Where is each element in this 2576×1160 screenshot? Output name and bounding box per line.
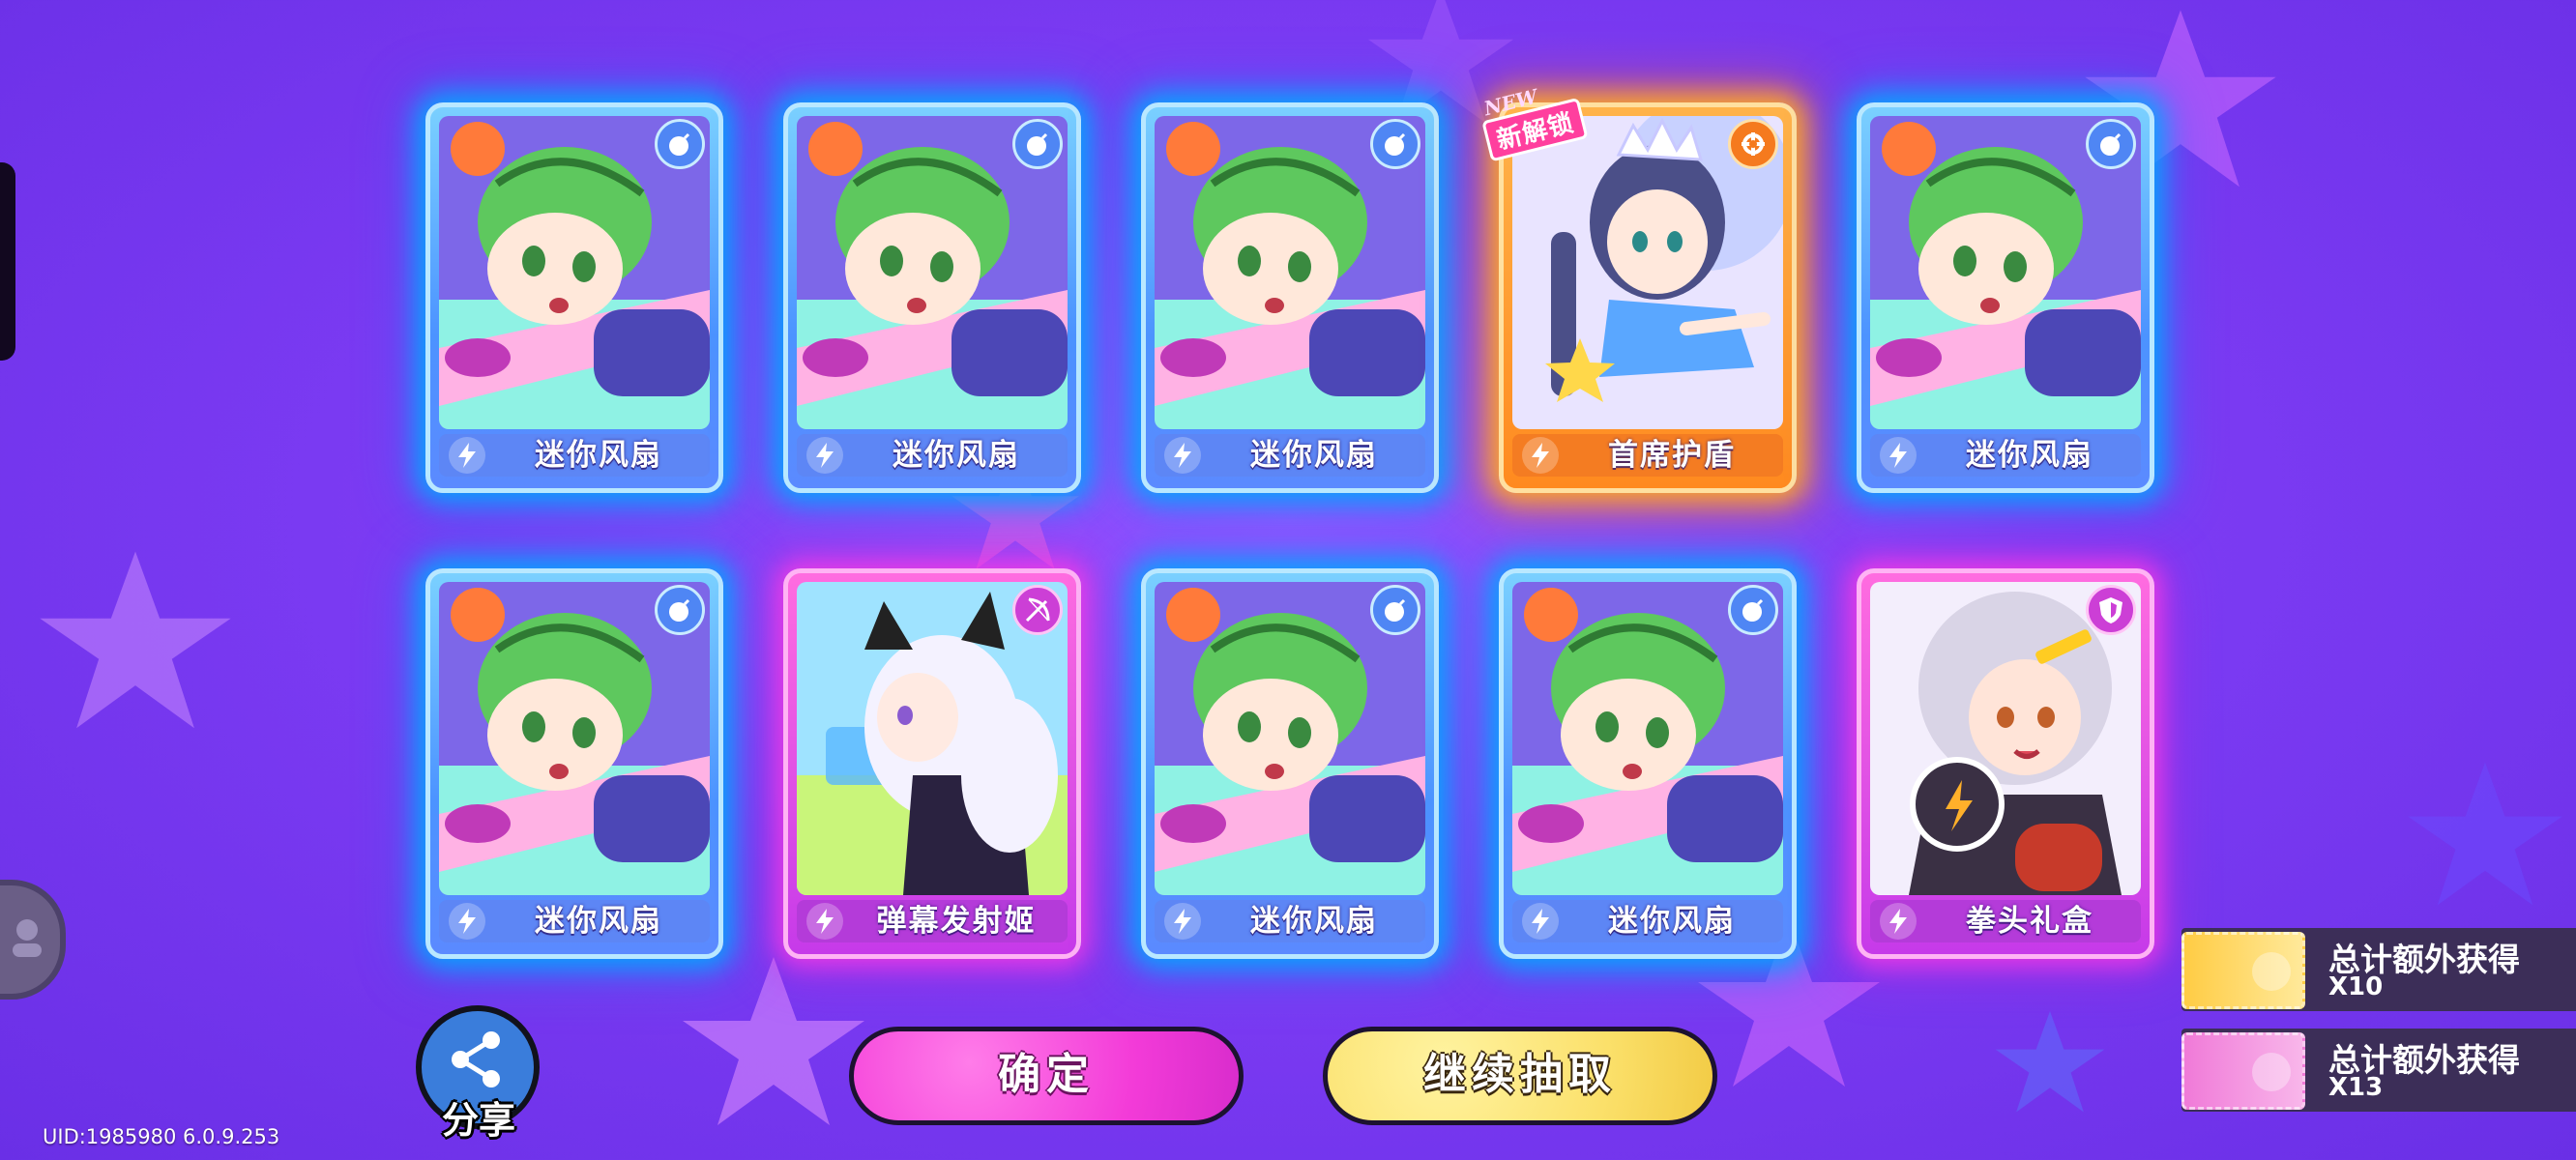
card-name: 迷你风扇 [535,904,662,939]
avatar-icon [13,919,42,957]
card-name: 迷你风扇 [1250,438,1378,473]
lightning-icon [1880,437,1917,474]
gear-icon [1728,119,1778,169]
card-5[interactable]: 迷你风扇 [1857,102,2154,493]
card-9[interactable]: 迷你风扇 [1499,568,1797,959]
side-tab[interactable] [0,162,15,361]
card-name: 迷你风扇 [893,438,1020,473]
gold-ticket-icon [2181,932,2305,1009]
lightning-icon [1164,903,1201,940]
star-decoration [1995,1011,2105,1113]
card-name: 迷你风扇 [1250,904,1378,939]
card-1[interactable]: 迷你风扇 [425,102,723,493]
uid-version-label: UID:1985980 6.0.9.253 [43,1125,280,1148]
card-label-bar: 拳头礼盒 [1870,900,2141,942]
reward-summary-1: 总计额外获得 X10 [2181,928,2576,1011]
bomb-icon [655,585,705,635]
card-name: 迷你风扇 [1966,438,2093,473]
reward-count: X13 [2328,1073,2384,1102]
lightning-icon [449,903,485,940]
bomb-icon [1012,119,1063,169]
card-label-bar: 弹幕发射姬 [797,900,1068,942]
shield-icon [2086,585,2136,635]
card-label-bar: 迷你风扇 [439,434,710,477]
side-avatar-button[interactable] [0,880,66,1000]
star-decoration [683,957,864,1125]
reward-summary-2: 总计额外获得 X13 [2181,1029,2576,1112]
card-8[interactable]: 迷你风扇 [1141,568,1439,959]
lightning-icon [1522,437,1559,474]
card-label-bar: 迷你风扇 [797,434,1068,477]
confirm-button[interactable]: 确定 [849,1027,1244,1125]
bomb-icon [1370,585,1420,635]
card-label-bar: 迷你风扇 [1512,900,1783,942]
card-label-bar: 首席护盾 [1512,434,1783,477]
card-label-bar: 迷你风扇 [1870,434,2141,477]
bow-icon [1012,585,1063,635]
bomb-icon [2086,119,2136,169]
share-icon [452,1031,500,1088]
card-6[interactable]: 迷你风扇 [425,568,723,959]
card-name: 迷你风扇 [1608,904,1736,939]
card-label-bar: 迷你风扇 [439,900,710,942]
card-4[interactable]: NEW 新解锁 首席护盾 [1481,84,1797,493]
pink-ticket-icon [2181,1032,2305,1110]
lightning-icon [1522,903,1559,940]
lightning-icon [806,437,843,474]
card-3[interactable]: 迷你风扇 [1141,102,1439,493]
star-decoration [2408,762,2562,906]
lightning-icon [449,437,485,474]
lightning-icon [1164,437,1201,474]
star-decoration [40,551,231,729]
share-label[interactable]: 分享 [435,1090,522,1144]
card-7[interactable]: 弹幕发射姬 [783,568,1081,959]
lightning-icon [806,903,843,940]
card-10[interactable]: 拳头礼盒 [1857,568,2154,959]
bomb-icon [1370,119,1420,169]
lightning-icon [1880,903,1917,940]
card-name: 迷你风扇 [535,438,662,473]
card-label-bar: 迷你风扇 [1155,434,1425,477]
card-2[interactable]: 迷你风扇 [783,102,1081,493]
reward-count: X10 [2328,972,2384,1001]
card-name: 拳头礼盒 [1966,904,2093,939]
card-name: 首席护盾 [1608,438,1736,473]
card-label-bar: 迷你风扇 [1155,900,1425,942]
card-name: 弹幕发射姬 [876,904,1037,939]
bomb-icon [1728,585,1778,635]
continue-draw-button[interactable]: 继续抽取 [1323,1027,1717,1125]
bomb-icon [655,119,705,169]
